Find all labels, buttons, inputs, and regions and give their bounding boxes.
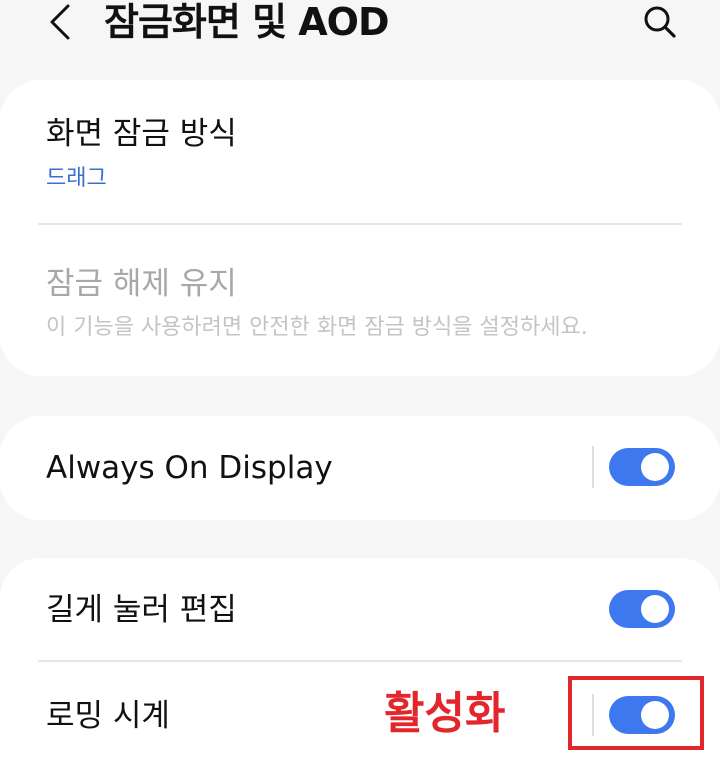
roaming-clock-title[interactable]: 로밍 시계	[46, 696, 170, 736]
lock-settings-card: 화면 잠금 방식 드래그 잠금 해제 유지 이 기능을 사용하려면 안전한 화면…	[0, 80, 720, 376]
annotation-highlight-box	[568, 676, 704, 750]
keep-unlocked-description: 이 기능을 사용하려면 안전한 화면 잠금 방식을 설정하세요.	[46, 315, 588, 340]
long-press-edit-title[interactable]: 길게 눌러 편집	[46, 590, 237, 630]
app-header: 잠금화면 및 AOD	[0, 0, 720, 52]
page-title: 잠금화면 및 AOD	[104, 0, 390, 44]
search-icon	[644, 6, 676, 38]
screen-lock-type-title[interactable]: 화면 잠금 방식	[46, 114, 237, 154]
divider	[38, 660, 682, 662]
toggle-knob	[641, 453, 669, 481]
search-button[interactable]	[638, 0, 682, 44]
keep-unlocked-title: 잠금 해제 유지	[46, 266, 237, 302]
chevron-left-icon	[50, 4, 70, 40]
aod-card: Always On Display	[0, 416, 720, 520]
divider	[38, 223, 682, 225]
long-press-edit-toggle[interactable]	[609, 590, 675, 628]
back-button[interactable]	[40, 2, 80, 42]
toggle-knob	[641, 595, 669, 623]
activate-annotation-label: 활성화	[384, 688, 506, 739]
vertical-separator	[592, 446, 594, 488]
always-on-display-toggle[interactable]	[609, 448, 675, 486]
always-on-display-title[interactable]: Always On Display	[46, 448, 333, 488]
screen-lock-type-value: 드래그	[46, 166, 107, 191]
